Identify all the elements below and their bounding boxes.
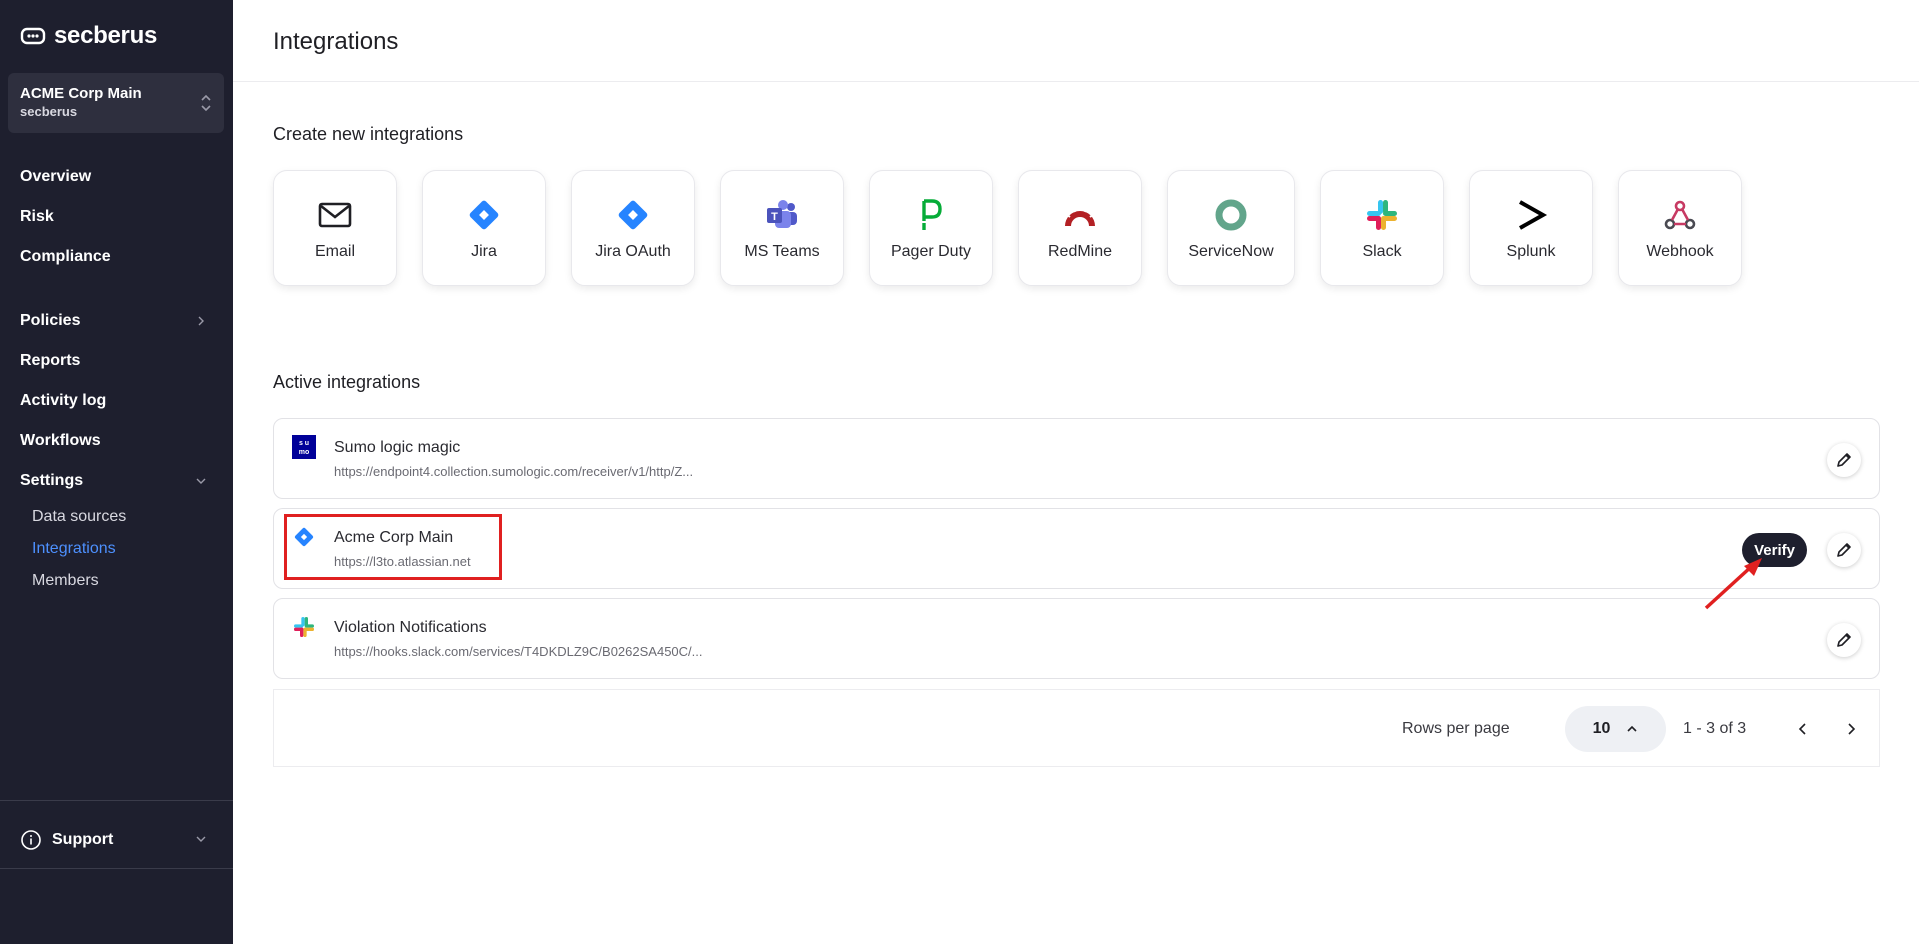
- slack-icon: [1364, 197, 1400, 233]
- tile-jira-oauth[interactable]: Jira OAuth: [571, 170, 695, 286]
- org-sub: secberus: [20, 104, 78, 119]
- nav-settings[interactable]: Settings: [20, 472, 83, 490]
- tile-pager-duty[interactable]: Pager Duty: [869, 170, 993, 286]
- tile-label: Splunk: [1506, 243, 1556, 260]
- integration-row[interactable]: s u mo Sumo logic magic https://endpoint…: [273, 418, 1880, 499]
- email-icon: [317, 197, 353, 233]
- support-menu[interactable]: Support: [20, 829, 113, 851]
- tile-label: Pager Duty: [890, 243, 972, 260]
- integration-name: Violation Notifications: [334, 619, 487, 636]
- tile-label: MS Teams: [744, 243, 820, 260]
- tile-ms-teams[interactable]: T MS Teams: [720, 170, 844, 286]
- org-switcher[interactable]: ACME Corp Main secberus: [8, 73, 224, 133]
- rows-per-page-select[interactable]: 10: [1565, 706, 1666, 752]
- pagination-bar: Rows per page 10 1 - 3 of 3: [273, 689, 1880, 767]
- rows-per-page-value: 10: [1592, 720, 1611, 737]
- chevron-right-icon: [1848, 723, 1856, 735]
- redmine-icon: [1062, 197, 1098, 233]
- page-title: Integrations: [273, 28, 399, 55]
- edit-button[interactable]: [1827, 533, 1861, 567]
- sidebar-divider: [0, 868, 233, 869]
- chevron-right-icon: [198, 316, 204, 326]
- integration-url: https://endpoint4.collection.sumologic.c…: [334, 464, 694, 479]
- tile-label: RedMine: [1047, 243, 1113, 260]
- support-label: Support: [52, 831, 114, 848]
- sidebar-divider: [0, 800, 233, 801]
- nav-compliance[interactable]: Compliance: [20, 248, 111, 266]
- jira-icon: [466, 197, 502, 233]
- tile-redmine[interactable]: RedMine: [1018, 170, 1142, 286]
- org-name: ACME Corp Main: [20, 85, 142, 102]
- sumo-logic-icon: s u mo: [292, 435, 316, 459]
- chevron-left-icon: [1798, 723, 1806, 735]
- chevron-down-icon: [196, 836, 206, 842]
- webhook-icon: [1662, 197, 1698, 233]
- edit-button[interactable]: [1827, 623, 1861, 657]
- create-section-title: Create new integrations: [273, 124, 464, 144]
- tile-splunk[interactable]: Splunk: [1469, 170, 1593, 286]
- tile-jira[interactable]: Jira: [422, 170, 546, 286]
- main-content: Integrations Create new integrations Ema…: [233, 0, 1919, 944]
- integration-name: Sumo logic magic: [334, 439, 461, 456]
- info-icon: [21, 830, 41, 850]
- tile-servicenow[interactable]: ServiceNow: [1167, 170, 1295, 286]
- tile-label: Jira: [471, 243, 497, 260]
- integration-row[interactable]: Acme Corp Main https://l3to.atlassian.ne…: [273, 508, 1880, 589]
- svg-text:s u: s u: [299, 440, 309, 447]
- sidebar: secberus ACME Corp Main secberus Overvie…: [0, 0, 233, 944]
- tile-label: Slack: [1362, 243, 1402, 260]
- nav-members[interactable]: Members: [32, 572, 99, 590]
- brand-logo[interactable]: secberus: [20, 22, 157, 50]
- chevron-down-icon: [196, 478, 206, 484]
- tile-label: Jira OAuth: [595, 243, 671, 260]
- nav-data-sources[interactable]: Data sources: [32, 508, 126, 526]
- pencil-icon: [1837, 543, 1851, 557]
- slack-icon: [294, 617, 314, 637]
- nav-overview[interactable]: Overview: [20, 168, 91, 186]
- tile-webhook[interactable]: Webhook: [1618, 170, 1742, 286]
- chevron-up-icon: [1627, 725, 1637, 732]
- svg-text:mo: mo: [299, 449, 310, 456]
- tile-label: Email: [314, 243, 355, 260]
- ms-teams-icon: T: [764, 197, 800, 233]
- edit-button[interactable]: [1827, 443, 1861, 477]
- rows-per-page-label: Rows per page: [1402, 720, 1510, 737]
- nav-risk[interactable]: Risk: [20, 208, 54, 226]
- nav-integrations[interactable]: Integrations: [32, 540, 116, 558]
- highlight-annotation-box: [284, 514, 502, 580]
- nav-policies[interactable]: Policies: [20, 312, 80, 330]
- red-arrow-annotation: [1704, 558, 1762, 610]
- tile-slack[interactable]: Slack: [1320, 170, 1444, 286]
- tile-email[interactable]: Email: [273, 170, 397, 286]
- page-range: 1 - 3 of 3: [1683, 720, 1747, 737]
- nav-activity-log[interactable]: Activity log: [20, 392, 106, 410]
- prev-page-button[interactable]: [1790, 716, 1816, 742]
- jira-icon: [615, 197, 651, 233]
- next-page-button[interactable]: [1838, 716, 1864, 742]
- pagerduty-icon: [913, 197, 949, 233]
- tile-label: Webhook: [1646, 243, 1714, 260]
- chevron-up-down-icon: [201, 94, 211, 112]
- servicenow-icon: [1213, 197, 1249, 233]
- splunk-icon: [1513, 197, 1549, 233]
- integration-url: https://hooks.slack.com/services/T4DKDLZ…: [334, 644, 703, 659]
- integration-tiles: Email Jira Jira OAuth T MS Teams Pager D…: [273, 170, 1742, 286]
- nav-reports[interactable]: Reports: [20, 352, 80, 370]
- secberus-logo-icon: [20, 27, 46, 45]
- nav-workflows[interactable]: Workflows: [20, 432, 101, 450]
- active-section-title: Active integrations: [273, 372, 421, 392]
- integration-row[interactable]: Violation Notifications https://hooks.sl…: [273, 598, 1880, 679]
- page-header: Integrations: [233, 0, 1919, 82]
- tile-label: ServiceNow: [1188, 243, 1274, 260]
- pencil-icon: [1837, 453, 1851, 467]
- svg-text:T: T: [771, 211, 778, 223]
- pencil-icon: [1837, 633, 1851, 647]
- brand-name: secberus: [54, 22, 157, 49]
